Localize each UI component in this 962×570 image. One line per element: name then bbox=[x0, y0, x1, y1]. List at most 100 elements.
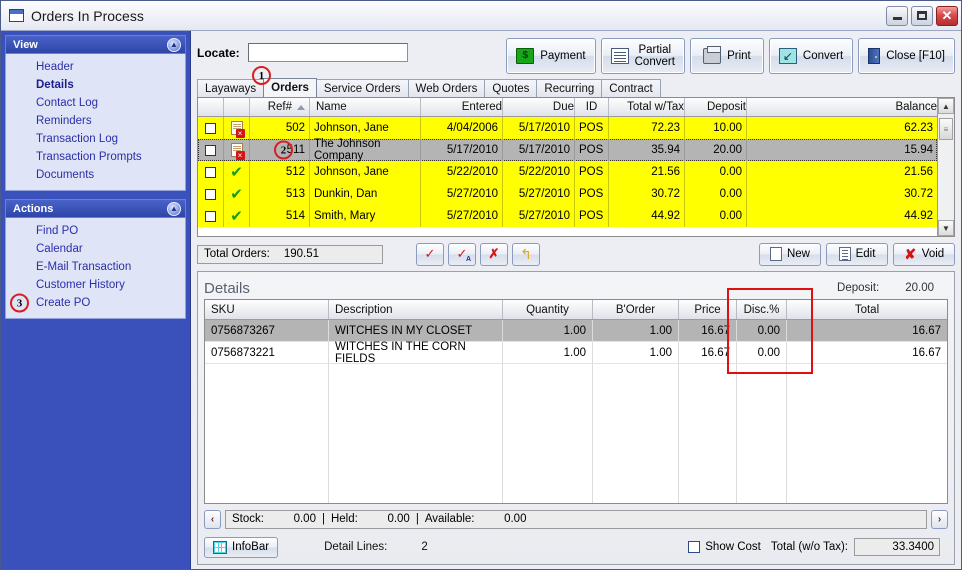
column-header-quantity[interactable]: Quantity bbox=[503, 300, 593, 319]
stock-separator-2: | bbox=[415, 513, 419, 525]
sidebar-item-calendar[interactable]: Calendar bbox=[6, 240, 185, 258]
column-header-balance[interactable]: Balance bbox=[747, 98, 937, 116]
table-row[interactable]: ✔ 512 Johnson, Jane 5/22/2010 5/22/2010 … bbox=[198, 161, 937, 183]
held-value: 0.00 bbox=[387, 513, 410, 525]
column-header-disc[interactable]: Disc.% bbox=[737, 300, 787, 319]
sidebar-item-transaction-log[interactable]: Transaction Log bbox=[6, 130, 185, 148]
locate-label: Locate: bbox=[197, 45, 240, 60]
partial-convert-button[interactable]: Partial Convert bbox=[600, 38, 685, 74]
row-select-checkbox[interactable] bbox=[198, 139, 224, 161]
tab-recurring[interactable]: Recurring bbox=[536, 79, 603, 97]
scroll-down-icon[interactable]: ▼ bbox=[938, 220, 954, 236]
cell-ref: 502 bbox=[250, 117, 310, 139]
sidebar-item-details[interactable]: Details bbox=[6, 76, 185, 94]
sidebar-item-reminders[interactable]: Reminders bbox=[6, 112, 185, 130]
orders-grid-main: Ref# Name Entered Due ID Total w/Tax Dep… bbox=[198, 98, 937, 236]
scroll-right-icon[interactable]: › bbox=[931, 509, 948, 529]
table-row[interactable]: 502 Johnson, Jane 4/04/2006 5/17/2010 PO… bbox=[198, 117, 937, 139]
orders-grid-scrollbar[interactable]: ▲ ≡ ▼ bbox=[937, 98, 954, 236]
available-value: 0.00 bbox=[504, 513, 527, 525]
new-button[interactable]: New bbox=[759, 242, 821, 266]
tab-orders[interactable]: Orders bbox=[263, 78, 317, 97]
available-label: Available: bbox=[424, 513, 475, 525]
column-header-total[interactable]: Total bbox=[787, 300, 947, 319]
new-button-label: New bbox=[786, 248, 810, 260]
infobar-button[interactable]: InfoBar bbox=[204, 536, 279, 558]
details-deposit: Deposit: 20.00 bbox=[837, 282, 948, 294]
column-header-due[interactable]: Due bbox=[503, 98, 575, 116]
tab-quotes[interactable]: Quotes bbox=[484, 79, 538, 97]
toolbar: Locate: Payment PartialConvert bbox=[197, 35, 955, 77]
approve-all-button[interactable]: ✓ A bbox=[448, 242, 476, 266]
tab-web-orders[interactable]: Web Orders bbox=[407, 79, 486, 97]
column-header-name[interactable]: Name bbox=[310, 98, 421, 116]
annotation-marker-3: 3 bbox=[10, 293, 29, 313]
scroll-left-icon[interactable]: ‹ bbox=[204, 509, 221, 529]
restore-icon: ↰ bbox=[520, 245, 532, 262]
close-button[interactable]: ✕ bbox=[936, 5, 958, 26]
table-row[interactable]: 2 511 The Johnson Company 5/17/2010 5/17… bbox=[198, 138, 937, 162]
show-cost-label: Show Cost bbox=[705, 541, 761, 553]
scroll-track[interactable]: ≡ bbox=[938, 114, 954, 220]
column-header-deposit[interactable]: Deposit bbox=[685, 98, 747, 116]
table-row[interactable]: ✔ 513 Dunkin, Dan 5/27/2010 5/27/2010 PO… bbox=[198, 183, 937, 205]
sidebar-item-transaction-prompts[interactable]: Transaction Prompts bbox=[6, 148, 185, 166]
cancel-all-button[interactable]: ✗ bbox=[480, 242, 508, 266]
close-f10-button[interactable]: Close [F10] bbox=[858, 38, 955, 74]
column-header-ref[interactable]: Ref# bbox=[250, 98, 310, 116]
sidebar-panel-view-body: Header Details Contact Log Reminders Tra… bbox=[5, 54, 186, 191]
approve-button[interactable]: ✓ bbox=[416, 242, 444, 266]
table-row[interactable]: ✔ 514 Smith, Mary 5/27/2010 5/27/2010 PO… bbox=[198, 205, 937, 227]
row-select-checkbox[interactable] bbox=[198, 117, 224, 139]
scroll-up-icon[interactable]: ▲ bbox=[938, 98, 954, 114]
column-header-description[interactable]: Description bbox=[329, 300, 503, 319]
table-row[interactable]: 0756873267 WITCHES IN MY CLOSET 1.00 1.0… bbox=[205, 320, 947, 342]
sidebar-item-create-po[interactable]: 3 Create PO bbox=[6, 293, 185, 313]
column-header-entered[interactable]: Entered bbox=[421, 98, 503, 116]
column-header-total[interactable]: Total w/Tax bbox=[609, 98, 685, 116]
payment-button[interactable]: Payment bbox=[506, 38, 596, 74]
sidebar-item-contact-log[interactable]: Contact Log bbox=[6, 94, 185, 112]
tab-contract[interactable]: Contract bbox=[601, 79, 661, 97]
column-header-id[interactable]: ID bbox=[575, 98, 609, 116]
cell-total: 35.94 bbox=[609, 139, 685, 161]
chevron-up-icon[interactable]: ▲ bbox=[167, 37, 181, 52]
restore-button[interactable]: ↰ bbox=[512, 242, 540, 266]
void-button[interactable]: ✘ Void bbox=[893, 242, 955, 266]
show-cost-checkbox[interactable]: Show Cost bbox=[688, 541, 761, 553]
sidebar-item-documents[interactable]: Documents bbox=[6, 166, 185, 184]
convert-button[interactable]: Convert bbox=[768, 38, 854, 74]
column-header-price[interactable]: Price bbox=[679, 300, 737, 319]
main-content: Locate: Payment PartialConvert bbox=[191, 31, 961, 569]
column-header-border[interactable]: B'Order bbox=[593, 300, 679, 319]
table-row[interactable]: 0756873221 WITCHES IN THE CORN FIELDS 1.… bbox=[205, 341, 947, 365]
column-header-sku[interactable]: SKU bbox=[205, 300, 329, 319]
tab-layaways[interactable]: Layaways bbox=[197, 79, 265, 97]
details-title: Details bbox=[204, 279, 250, 297]
row-select-checkbox[interactable] bbox=[198, 183, 224, 205]
maximize-button[interactable] bbox=[911, 5, 933, 26]
sidebar-panel-view: View ▲ Header Details Contact Log Remind… bbox=[5, 35, 186, 191]
row-select-checkbox[interactable] bbox=[198, 205, 224, 227]
sidebar-item-find-po[interactable]: Find PO bbox=[6, 222, 185, 240]
sidebar-item-email-transaction[interactable]: E-Mail Transaction bbox=[6, 258, 185, 276]
locate-input[interactable] bbox=[247, 43, 408, 62]
stock-separator-1: | bbox=[321, 513, 325, 525]
tab-service-orders[interactable]: Service Orders bbox=[315, 79, 409, 97]
sidebar-item-header[interactable]: Header bbox=[6, 58, 185, 76]
cancel-all-icon: ✗ bbox=[488, 246, 500, 261]
details-table-header: SKU Description Quantity B'Order Price D… bbox=[205, 300, 947, 320]
column-header-status[interactable] bbox=[224, 98, 250, 116]
column-header-select[interactable] bbox=[198, 98, 224, 116]
convert-button-label: Convert bbox=[802, 50, 844, 62]
chevron-up-icon[interactable]: ▲ bbox=[167, 201, 181, 216]
scroll-thumb[interactable]: ≡ bbox=[939, 118, 953, 140]
minimize-button[interactable] bbox=[886, 5, 908, 26]
edit-button[interactable]: Edit bbox=[826, 242, 888, 266]
row-select-checkbox[interactable] bbox=[198, 161, 224, 183]
print-button[interactable]: Print bbox=[689, 38, 764, 74]
doc-error-icon bbox=[224, 117, 250, 139]
sidebar-panel-actions-header: Actions ▲ bbox=[5, 199, 186, 218]
sidebar-item-customer-history[interactable]: Customer History bbox=[6, 276, 185, 294]
cell-deposit: 0.00 bbox=[685, 205, 747, 227]
